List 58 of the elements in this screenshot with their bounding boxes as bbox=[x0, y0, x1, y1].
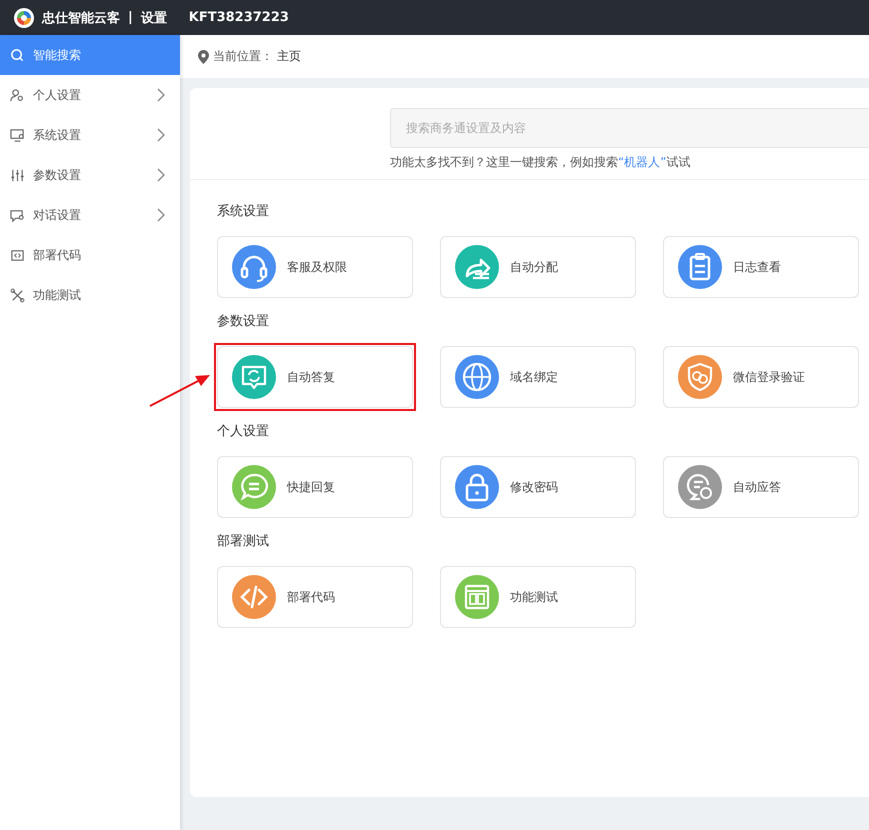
code-icon bbox=[10, 248, 25, 262]
settings-card[interactable]: 功能测试 bbox=[440, 566, 636, 628]
section-title: 系统设置 bbox=[217, 203, 269, 220]
sidebar-label: 参数设置 bbox=[33, 166, 82, 184]
card-label: 微信登录验证 bbox=[733, 368, 805, 386]
sliders-icon bbox=[10, 168, 25, 182]
card-label: 自动应答 bbox=[733, 478, 781, 496]
card-label: 修改密码 bbox=[510, 478, 558, 496]
sidebar-label: 部署代码 bbox=[33, 246, 82, 264]
sidebar-item[interactable]: 对话设置 bbox=[0, 195, 180, 235]
person-icon bbox=[10, 88, 25, 102]
sidebar-item[interactable]: 功能测试 bbox=[0, 275, 180, 315]
sidebar-item[interactable]: 个人设置 bbox=[0, 75, 180, 115]
page-title: 设置 bbox=[140, 10, 167, 26]
card-label: 部署代码 bbox=[287, 588, 335, 606]
section-title: 个人设置 bbox=[217, 423, 269, 440]
sidebar-item[interactable]: 参数设置 bbox=[0, 155, 180, 195]
sidebar-item[interactable]: 系统设置 bbox=[0, 115, 180, 155]
settings-card[interactable]: 自动应答 bbox=[663, 456, 859, 518]
search-field[interactable]: 搜索商务通设置及内容 bbox=[390, 108, 869, 148]
pointer-arrow bbox=[148, 373, 212, 409]
settings-card[interactable]: 自动分配 bbox=[440, 236, 636, 298]
tools-icon bbox=[10, 288, 25, 302]
breadcrumb-current: 主页 bbox=[277, 48, 301, 65]
sidebar-item[interactable]: 部署代码 bbox=[0, 235, 180, 275]
card-label: 日志查看 bbox=[733, 258, 781, 276]
section-title: 参数设置 bbox=[217, 313, 269, 330]
sidebar-label: 个人设置 bbox=[33, 86, 82, 104]
breadcrumb-label: 当前位置： bbox=[213, 48, 273, 65]
app-title: 忠仕智能云客 bbox=[42, 10, 120, 26]
card-label: 客服及权限 bbox=[287, 258, 347, 276]
example-link[interactable]: “机器人” bbox=[618, 155, 666, 169]
card-label: 功能测试 bbox=[510, 588, 558, 606]
settings-card[interactable]: 部署代码 bbox=[217, 566, 413, 628]
sidebar-label: 系统设置 bbox=[33, 126, 82, 144]
settings-card[interactable]: 日志查看 bbox=[663, 236, 859, 298]
section-title: 部署测试 bbox=[217, 533, 269, 550]
sidebar-label: 智能搜索 bbox=[33, 46, 82, 64]
card-label: 自动分配 bbox=[510, 258, 558, 276]
search-icon bbox=[10, 48, 25, 62]
chat-icon bbox=[10, 208, 25, 222]
settings-card[interactable]: 快捷回复 bbox=[217, 456, 413, 518]
logo-icon bbox=[14, 8, 34, 28]
search-hint: 功能太多找不到？这里一键搜索，例如搜索“机器人”试试 bbox=[390, 154, 692, 171]
card-label: 域名绑定 bbox=[510, 368, 558, 386]
sidebar-label: 功能测试 bbox=[33, 286, 82, 304]
sidebar-item[interactable]: 智能搜索 bbox=[0, 35, 180, 75]
monitor-icon bbox=[10, 128, 25, 142]
card-label: 自动答复 bbox=[287, 368, 335, 386]
settings-card[interactable]: 域名绑定 bbox=[440, 346, 636, 408]
settings-card[interactable]: 修改密码 bbox=[440, 456, 636, 518]
settings-card[interactable]: 客服及权限 bbox=[217, 236, 413, 298]
location-pin-icon bbox=[198, 50, 209, 64]
sidebar-label: 对话设置 bbox=[33, 206, 82, 224]
title-separator: | bbox=[128, 10, 133, 25]
settings-card[interactable]: 微信登录验证 bbox=[663, 346, 859, 408]
account-id: KFT38237223 bbox=[188, 10, 289, 25]
card-label: 快捷回复 bbox=[287, 478, 335, 496]
